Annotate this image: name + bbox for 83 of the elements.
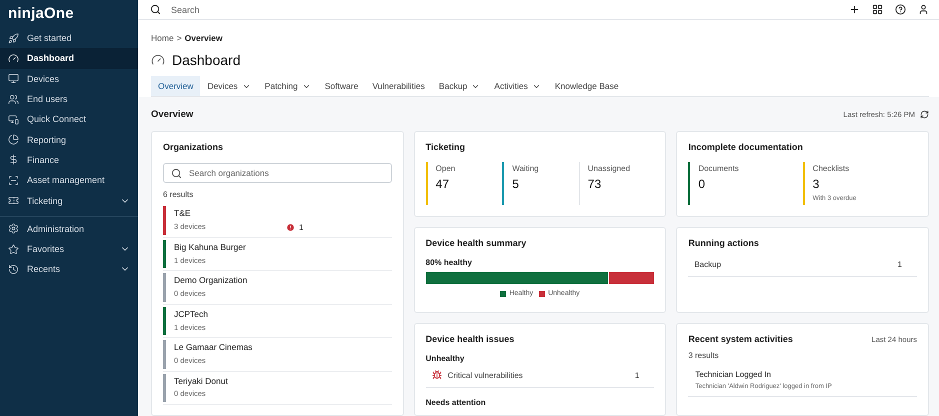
stat-value: 5 <box>512 177 520 191</box>
settings-icon <box>8 223 19 234</box>
sidebar-item[interactable]: Reporting <box>0 129 138 150</box>
gauge-icon <box>151 53 165 67</box>
organization-name[interactable]: Demo Organization <box>174 276 392 286</box>
plus-icon[interactable] <box>849 4 860 15</box>
sidebar-item[interactable]: Dashboard <box>0 48 138 69</box>
tab[interactable]: Activities <box>487 76 548 96</box>
card-title: Organizations <box>163 142 224 152</box>
card-title: Incomplete documentation <box>688 142 804 152</box>
sidebar-item[interactable]: Devices <box>0 68 138 89</box>
logo: ninjaOne <box>7 4 75 24</box>
search-icon <box>171 168 182 178</box>
organization-name[interactable]: Teriyaki Donut <box>174 376 392 386</box>
sidebar-item[interactable]: End users <box>0 88 138 110</box>
stat-value: 73 <box>588 177 602 191</box>
organization-name[interactable]: JCPTech <box>174 310 392 320</box>
activity-title: Technician Logged In <box>695 370 772 379</box>
group-title: Unhealthy <box>426 354 466 363</box>
breadcrumb-link[interactable]: Home <box>151 33 174 43</box>
sidebar-item[interactable]: Ticketing <box>0 190 138 211</box>
group-title: Needs attention <box>426 398 487 407</box>
sidebar-item[interactable]: Administration <box>0 218 138 239</box>
alert-icon <box>286 222 295 232</box>
stat-value: 47 <box>436 177 450 191</box>
breadcrumb-separator: > <box>176 33 182 43</box>
card-title: Running actions <box>688 238 760 248</box>
stat-label: Documents <box>698 164 740 173</box>
user-icon[interactable] <box>918 4 929 15</box>
issue-label[interactable]: Critical vulnerabilities <box>448 370 523 380</box>
star-icon <box>8 244 19 255</box>
gauge-icon <box>8 52 19 64</box>
stat-value: 3 <box>812 177 820 191</box>
stat-label: Waiting <box>512 164 540 173</box>
pie-chart-icon <box>8 134 19 146</box>
tab[interactable]: Devices <box>200 76 258 96</box>
sidebar-item[interactable]: Recents <box>0 259 138 280</box>
tab[interactable]: Backup <box>432 76 488 96</box>
action-count: 1 <box>898 260 902 269</box>
organization-name[interactable]: T&E <box>174 209 392 219</box>
monitor-icon <box>8 73 19 84</box>
search-field[interactable]: Search organizations <box>163 163 392 183</box>
result-count: 3 results <box>688 351 720 360</box>
screens-icon <box>8 114 19 125</box>
section-title: Overview <box>151 108 194 120</box>
stat-label: Checklists <box>812 164 850 173</box>
ticket-icon <box>8 195 19 206</box>
rocket-icon <box>8 32 19 44</box>
card-title: Recent system activities <box>688 334 793 344</box>
stat-label: Unassigned <box>588 164 632 173</box>
card-title: Ticketing <box>426 142 466 152</box>
sidebar-item[interactable]: Get started <box>0 28 138 48</box>
history-icon <box>8 264 19 275</box>
result-count: 6 results <box>163 190 194 199</box>
stat-value: 0 <box>698 177 706 191</box>
issue-count: 1 <box>634 370 640 380</box>
health-label: 80% healthy <box>426 258 473 267</box>
refresh-icon[interactable] <box>920 110 929 118</box>
tab[interactable]: Patching <box>258 76 318 96</box>
organization-name[interactable]: Big Kahuna Burger <box>174 242 392 253</box>
stat-label: Open <box>436 164 456 173</box>
sidebar-item[interactable]: Quick Connect <box>0 109 138 130</box>
breadcrumb-current: Overview <box>184 33 222 43</box>
tab[interactable]: Vulnerabilities <box>365 76 432 96</box>
card-title: Device health issues <box>426 334 516 344</box>
grid-icon[interactable] <box>872 4 883 15</box>
help-icon[interactable] <box>895 4 906 15</box>
scan-icon <box>8 174 19 186</box>
search-icon <box>150 4 161 15</box>
bug-icon <box>432 370 442 380</box>
sidebar-item[interactable]: Favorites <box>0 238 138 260</box>
users-icon <box>8 94 19 105</box>
sidebar-item[interactable]: Asset management <box>0 170 138 190</box>
card-title: Device health summary <box>426 238 528 248</box>
tab[interactable]: Overview <box>151 76 200 96</box>
alert-count: 1 <box>299 222 304 232</box>
tab[interactable]: Software <box>318 76 366 96</box>
tab[interactable]: Knowledge Base <box>548 76 626 96</box>
sidebar-item[interactable]: Finance <box>0 150 138 170</box>
page-title: Dashboard <box>172 52 240 68</box>
action-label[interactable]: Backup <box>694 260 722 269</box>
organization-name[interactable]: Le Gamaar Cinemas <box>174 343 392 353</box>
dollar-icon <box>8 154 19 166</box>
